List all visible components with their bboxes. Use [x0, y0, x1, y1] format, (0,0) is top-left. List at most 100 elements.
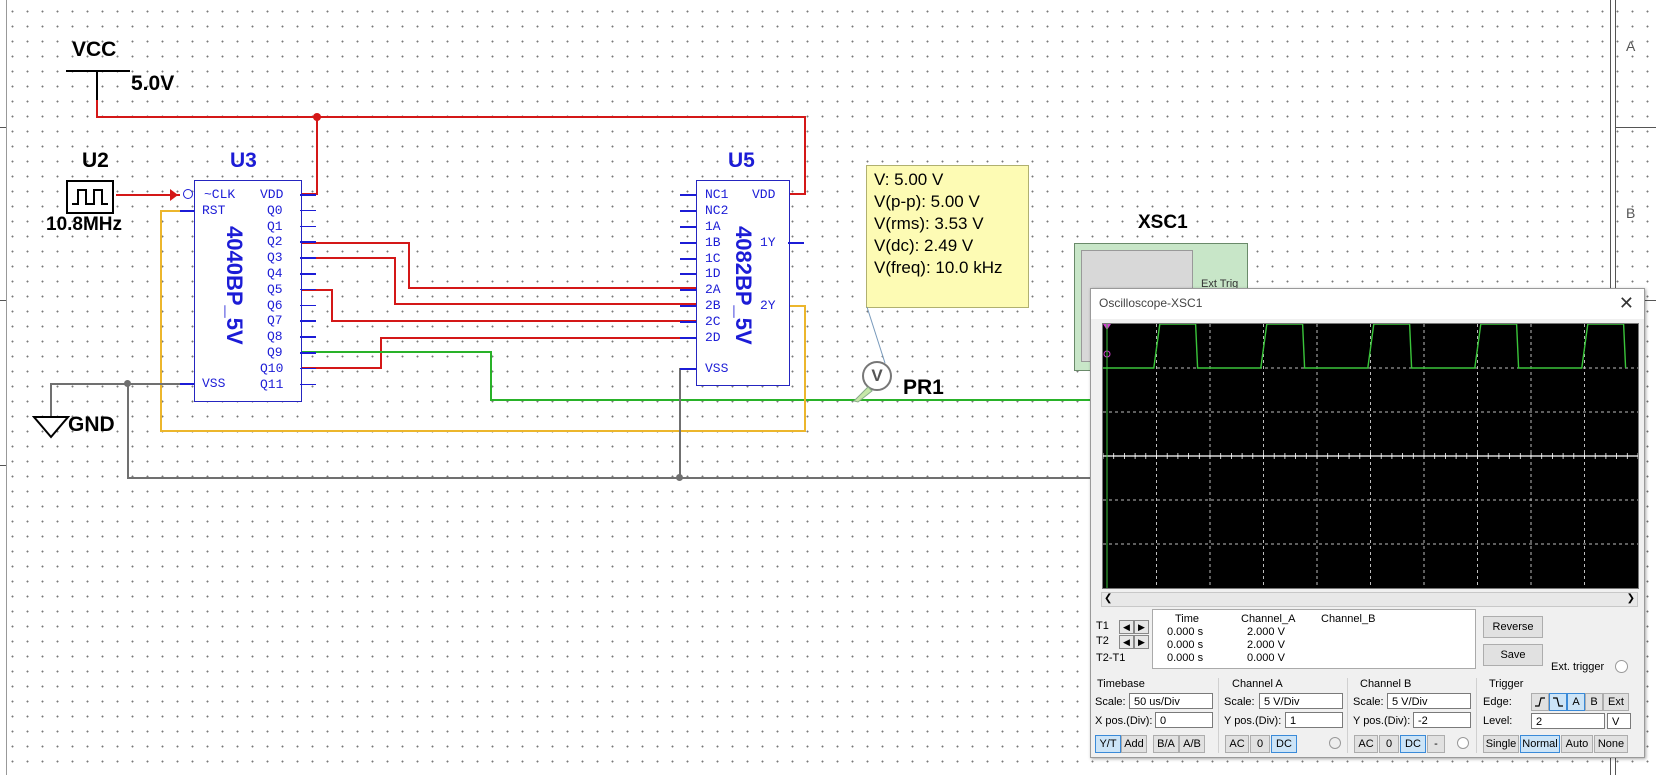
wire-rst[interactable] — [160, 430, 806, 432]
trigger-title: Trigger — [1489, 678, 1524, 690]
table-header-channel-a: Channel_A — [1241, 613, 1296, 625]
u3-pin-q8: Q8 — [267, 329, 283, 345]
wire-q10[interactable] — [380, 337, 696, 339]
u5-pin-1d: 1D — [705, 266, 721, 281]
sheet-zone-divider — [0, 300, 6, 301]
u5-pinline — [680, 305, 696, 307]
t2-left-arrow-icon[interactable]: ◀ — [1119, 635, 1134, 649]
wire-q9[interactable] — [490, 399, 1090, 401]
wire-vcc-u3[interactable] — [316, 116, 318, 194]
t2-right-arrow-icon[interactable]: ▶ — [1134, 635, 1149, 649]
u5-pin-2b: 2B — [705, 298, 721, 313]
mode-yt-button[interactable]: Y/T — [1095, 735, 1121, 753]
channel-b-radio[interactable] — [1457, 737, 1469, 749]
wire-gnd[interactable] — [679, 368, 681, 478]
channel-a-trace — [1103, 324, 1627, 369]
scroll-right-icon[interactable]: ❯ — [1627, 593, 1635, 604]
u5-pinline — [680, 226, 696, 228]
trigger-normal-button[interactable]: Normal — [1520, 735, 1560, 753]
u5-pinline — [680, 258, 696, 260]
save-button[interactable]: Save — [1483, 644, 1543, 666]
ext-trigger-label: Ext. trigger — [1551, 661, 1605, 673]
u3-pin-q5: Q5 — [267, 281, 283, 297]
u5-pin-2c: 2C — [705, 314, 721, 329]
group-divider — [1476, 678, 1477, 753]
channel-b-ypos-field[interactable]: -2 — [1413, 712, 1471, 728]
wire-q9[interactable] — [490, 351, 492, 401]
channel-b-dc-button[interactable]: DC — [1400, 735, 1426, 753]
wire-rst[interactable] — [160, 210, 162, 432]
probe-reading-vfreq: V(freq): 10.0 kHz — [874, 258, 1003, 277]
wire-rst[interactable] — [804, 305, 806, 432]
channel-a-scale-field[interactable]: 5 V/Div — [1259, 693, 1343, 709]
ext-trigger-radio[interactable] — [1615, 660, 1628, 673]
cursor-t1-label: T1 — [1096, 620, 1109, 632]
trigger-source-a-button[interactable]: A — [1567, 693, 1585, 711]
t1-left-arrow-icon[interactable]: ◀ — [1119, 620, 1134, 634]
wire-q5[interactable] — [331, 289, 333, 322]
wire-q3[interactable] — [302, 257, 396, 259]
t1-right-arrow-icon[interactable]: ▶ — [1134, 620, 1149, 634]
probe-tip-icon — [853, 386, 873, 403]
wire-vcc-vertical[interactable] — [96, 100, 98, 117]
wire-q5[interactable] — [331, 320, 696, 322]
rising-edge-icon[interactable] — [1531, 693, 1549, 711]
channel-b-scale-field[interactable]: 5 V/Div — [1387, 693, 1471, 709]
u3-pinline — [300, 383, 316, 386]
scroll-left-icon[interactable]: ❮ — [1104, 593, 1112, 604]
channel-a-radio[interactable] — [1329, 737, 1341, 749]
wire-vcc-u5-vert[interactable] — [804, 116, 806, 194]
oscilloscope-screen[interactable] — [1102, 323, 1639, 589]
sheet-zone-divider — [1616, 127, 1656, 128]
channel-b-ac-button[interactable]: AC — [1354, 735, 1378, 753]
wire-q2[interactable] — [302, 242, 410, 244]
wire-q3[interactable] — [394, 303, 696, 305]
mode-add-button[interactable]: Add — [1121, 735, 1147, 753]
wire-gnd[interactable] — [50, 383, 196, 385]
u5-ref: U5 — [728, 149, 755, 172]
clock-source[interactable] — [66, 180, 114, 214]
trigger-level-unit[interactable]: V — [1607, 713, 1631, 729]
wire-rst[interactable] — [789, 305, 806, 307]
timebase-xpos-field[interactable]: 0 — [1155, 712, 1213, 728]
u5-pinline — [680, 210, 696, 212]
wire-q3[interactable] — [394, 257, 396, 305]
trigger-single-button[interactable]: Single — [1483, 735, 1519, 753]
sheet-zone-divider — [0, 465, 6, 466]
wire-vcc-top[interactable] — [96, 116, 806, 118]
channel-b-zero-button[interactable]: 0 — [1379, 735, 1399, 753]
trigger-none-button[interactable]: None — [1594, 735, 1628, 753]
trigger-auto-button[interactable]: Auto — [1561, 735, 1593, 753]
oscilloscope-window[interactable]: Oscilloscope-XSC1 ✕ ❮ ❯ T1 ◀ ▶ T2 ◀ ▶ T2… — [1090, 288, 1645, 758]
wire-vcc-u5-stub[interactable] — [789, 193, 806, 195]
wire-gnd[interactable] — [127, 383, 129, 478]
trigger-source-b-button[interactable]: B — [1585, 693, 1603, 711]
channel-a-ac-button[interactable]: AC — [1225, 735, 1249, 753]
wire-q2[interactable] — [408, 287, 696, 289]
u3-pin-q0: Q0 — [267, 202, 283, 218]
channel-a-dc-button[interactable]: DC — [1271, 735, 1297, 753]
window-titlebar[interactable]: Oscilloscope-XSC1 ✕ — [1091, 289, 1644, 319]
falling-edge-icon[interactable] — [1549, 693, 1567, 711]
wire-gnd[interactable] — [127, 477, 1090, 479]
u3-pin-vss: VSS — [202, 376, 226, 391]
wire-q10[interactable] — [380, 337, 382, 369]
mode-ba-button[interactable]: B/A — [1153, 735, 1179, 753]
wire-q2[interactable] — [408, 242, 410, 288]
wire-q9[interactable] — [302, 351, 492, 353]
table-cell: 0.000 s — [1167, 652, 1204, 664]
channel-a-zero-button[interactable]: 0 — [1250, 735, 1270, 753]
close-icon[interactable]: ✕ — [1619, 293, 1634, 314]
reverse-button[interactable]: Reverse — [1483, 616, 1543, 638]
horizontal-scrollbar[interactable]: ❮ ❯ — [1101, 592, 1638, 607]
mode-ab-button[interactable]: A/B — [1179, 735, 1205, 753]
channel-a-ypos-field[interactable]: 1 — [1285, 712, 1343, 728]
probe-reading-vpp: V(p-p): 5.00 V — [874, 192, 980, 211]
trigger-source-ext-button[interactable]: Ext — [1603, 693, 1629, 711]
channel-b-minus-button[interactable]: - — [1427, 735, 1445, 753]
trigger-level-field[interactable]: 2 — [1531, 713, 1605, 729]
timebase-scale-field[interactable]: 50 us/Div — [1129, 693, 1213, 709]
timebase-scale-label: Scale: — [1095, 696, 1126, 708]
u5-pinline — [680, 194, 696, 196]
wire-gnd[interactable] — [50, 383, 52, 417]
